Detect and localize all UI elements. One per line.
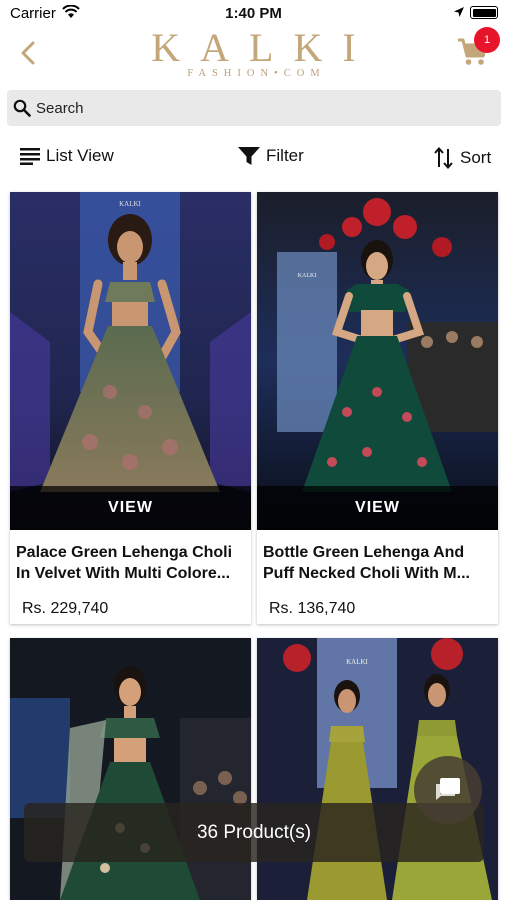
logo-subtitle: FASHION•COM xyxy=(187,68,326,79)
view-button[interactable]: VIEW xyxy=(10,486,251,530)
backdrop-logo: KALKI xyxy=(298,273,317,279)
product-price: Rs. 229,740 xyxy=(22,600,109,617)
product-title-line: In Velvet With Multi Colore... xyxy=(16,565,231,582)
search-icon xyxy=(13,99,31,117)
backdrop-logo: KALKI xyxy=(119,200,141,208)
list-view-icon xyxy=(20,148,40,165)
cart-count-badge: 1 xyxy=(474,27,500,53)
sort-arrows-icon xyxy=(434,146,453,170)
filter-button[interactable]: Filter xyxy=(238,146,304,166)
sort-button[interactable]: Sort xyxy=(434,146,491,170)
search-bar[interactable]: Search xyxy=(7,90,501,126)
list-view-label: List View xyxy=(46,146,114,165)
product-title: Bottle Green Lehenga And Puff Necked Cho… xyxy=(257,530,498,590)
product-title-line: Bottle Green Lehenga And xyxy=(263,544,465,561)
product-price: Rs. 136,740 xyxy=(269,600,356,617)
product-title-line: Puff Necked Choli With M... xyxy=(263,565,470,582)
status-bar: Carrier 1:40 PM xyxy=(0,0,507,28)
status-time: 1:40 PM xyxy=(225,5,282,22)
brand-logo: KALKI FASHION•COM xyxy=(0,25,507,80)
listing-toolbar: List View Filter Sort xyxy=(0,140,507,176)
logo-wordmark: KALKI xyxy=(151,25,376,70)
sort-label: Sort xyxy=(460,148,492,167)
product-image: KALKI VIEW xyxy=(10,192,251,530)
app-header: KALKI FASHION•COM 1 xyxy=(0,26,507,84)
location-arrow-icon xyxy=(454,7,464,17)
product-card[interactable]: KALKI VIEW Palace Green Lehenga Choli In… xyxy=(10,192,251,624)
filter-label: Filter xyxy=(266,146,304,165)
product-title: Palace Green Lehenga Choli In Velvet Wit… xyxy=(10,530,251,590)
search-placeholder: Search xyxy=(36,100,84,117)
product-count-bar: 36 Product(s) xyxy=(24,803,484,862)
chat-button[interactable] xyxy=(414,756,482,824)
product-card[interactable]: KALKI VIEW Bottle Green Lehenga And Puff… xyxy=(257,192,498,624)
view-button[interactable]: VIEW xyxy=(257,486,498,530)
chat-bubble-icon xyxy=(436,778,460,800)
product-title-line: Palace Green Lehenga Choli xyxy=(16,544,233,561)
list-view-button[interactable]: List View xyxy=(20,146,114,166)
filter-funnel-icon xyxy=(238,147,260,165)
battery-icon xyxy=(470,6,498,19)
product-image: KALKI VIEW xyxy=(257,192,498,530)
backdrop-logo: KALKI xyxy=(346,658,368,666)
